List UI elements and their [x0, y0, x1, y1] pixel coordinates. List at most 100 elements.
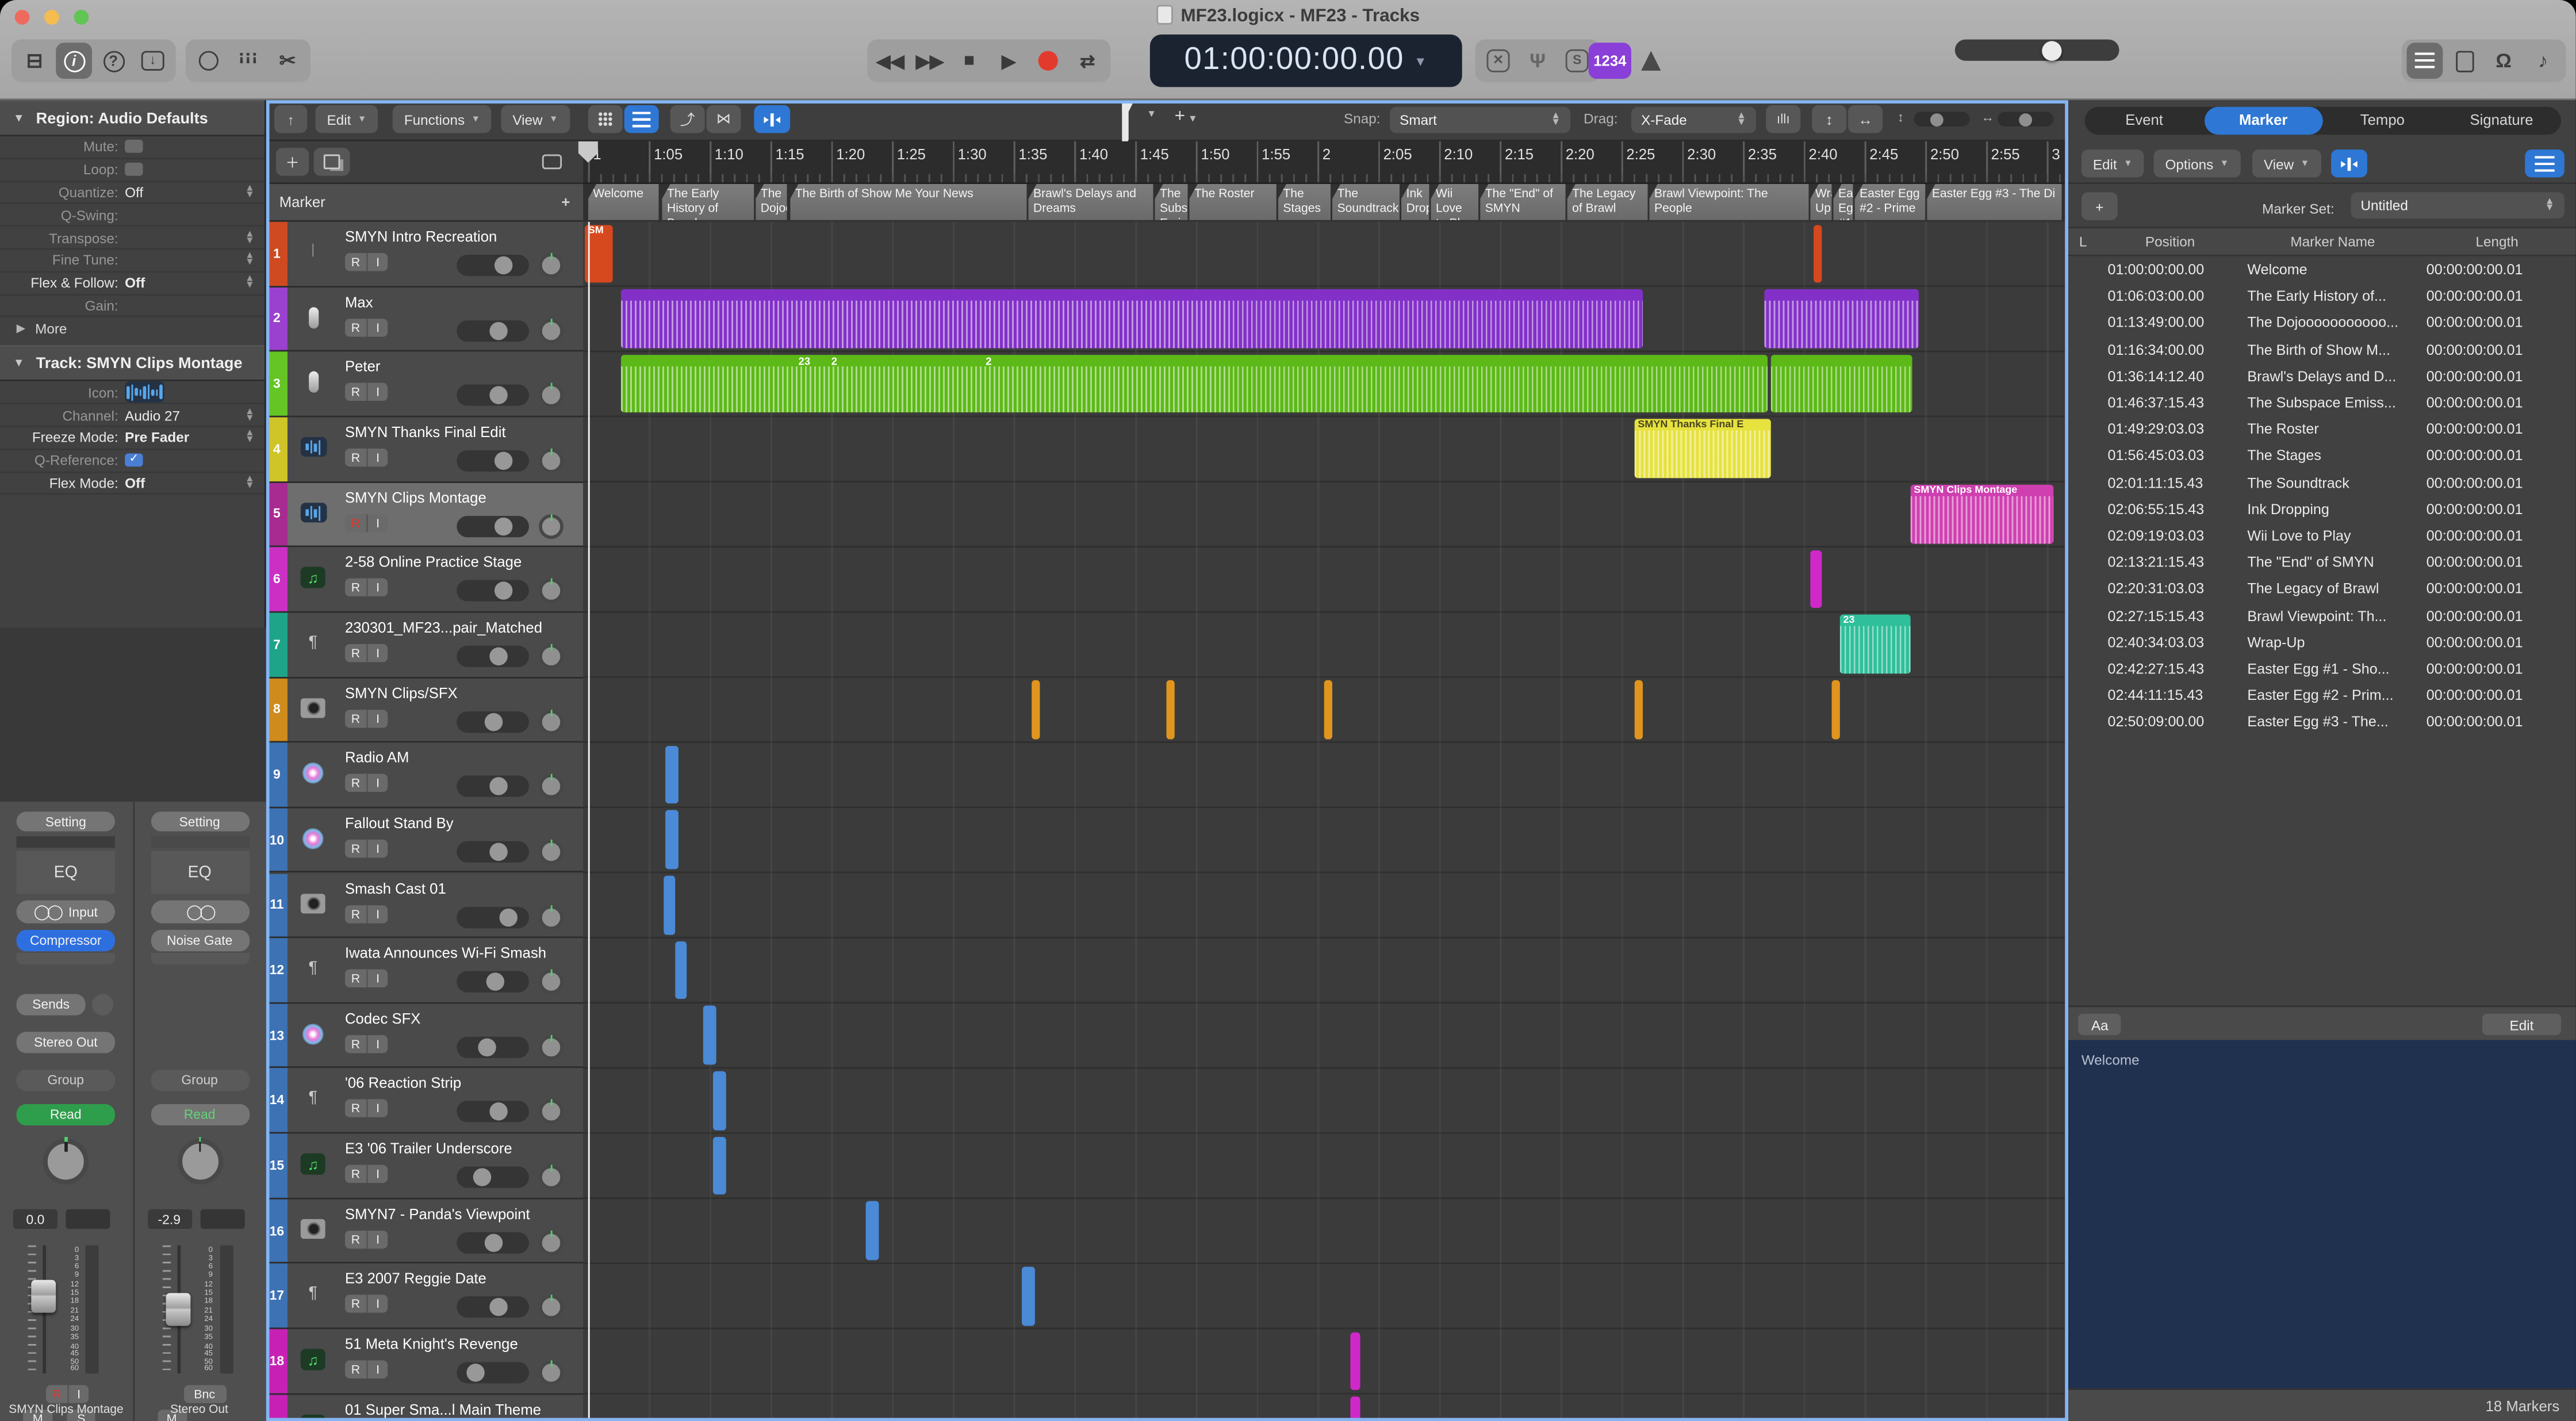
- timeline-marker-chip[interactable]: The Dojoooooooooo: [756, 184, 787, 220]
- volume-knob[interactable]: [2042, 40, 2061, 60]
- track-volume-fader[interactable]: [457, 1101, 529, 1123]
- audio-region[interactable]: [1832, 680, 1840, 739]
- fader-knob[interactable]: [474, 1169, 492, 1186]
- audio-region[interactable]: [713, 1071, 726, 1130]
- fader-knob[interactable]: [484, 713, 501, 730]
- track-r-button[interactable]: R: [345, 579, 366, 596]
- marker-list-row[interactable]: 01:06:03:00.00The Early History of...00:…: [2068, 283, 2576, 309]
- track-volume-fader[interactable]: [457, 1167, 529, 1188]
- track-r-button[interactable]: R: [345, 384, 366, 401]
- library-button[interactable]: ⊟: [17, 43, 53, 79]
- track-pan-knob[interactable]: [539, 839, 564, 864]
- strip-sends-button[interactable]: Sends: [17, 994, 86, 1015]
- audio-region[interactable]: [621, 289, 1643, 348]
- add-track-button[interactable]: ＋: [276, 148, 309, 176]
- marker-list-row[interactable]: 01:13:49:00.00The Dojooooooooooo...00:00…: [2068, 309, 2576, 336]
- marker-list-row[interactable]: 02:01:11:15.43The Soundtrack00:00:00:00.…: [2068, 469, 2576, 496]
- track-header-row[interactable]: 8SMYN Clips/SFXMSRI: [266, 678, 583, 743]
- track-i-button[interactable]: I: [366, 1100, 388, 1118]
- timeline-marker-chip[interactable]: Welcome: [588, 184, 659, 220]
- audio-region[interactable]: [665, 810, 678, 869]
- track-layout-button[interactable]: [624, 105, 659, 133]
- quick-help-button[interactable]: ?: [95, 43, 132, 79]
- vertical-zoom-slider[interactable]: [1914, 112, 1969, 127]
- track-i-button[interactable]: I: [366, 774, 388, 792]
- notes-font-button[interactable]: Aa: [2078, 1014, 2121, 1035]
- track-header-row[interactable]: 18♫51 Meta Knight's RevengeMSRI: [266, 1329, 583, 1394]
- strip-eq-slot[interactable]: EQ: [17, 851, 115, 894]
- fader-knob[interactable]: [466, 1363, 484, 1381]
- marker-list-row[interactable]: 02:40:34:03.03Wrap-Up00:00:00:00.01: [2068, 629, 2576, 656]
- fader-knob[interactable]: [489, 1299, 507, 1316]
- track-header-row[interactable]: 14¶'06 Reaction StripMSRI: [266, 1068, 583, 1133]
- fader-knob[interactable]: [489, 1103, 507, 1121]
- field-checkbox[interactable]: [125, 163, 143, 176]
- snap-dropdown[interactable]: Smart▲▼: [1390, 107, 1570, 133]
- track-header-row[interactable]: 5SMYN Clips MontageMSRI: [266, 482, 583, 547]
- track-header-row[interactable]: 2MaxMSRI: [266, 287, 583, 352]
- track-pan-knob[interactable]: [539, 1230, 564, 1255]
- strip-pan-knob[interactable]: [43, 1139, 89, 1185]
- track-pan-knob[interactable]: [539, 449, 564, 473]
- crossfade-button[interactable]: ⋈: [707, 105, 741, 133]
- track-header-row[interactable]: 3PeterMSRI: [266, 352, 583, 417]
- audio-region[interactable]: [1324, 680, 1332, 739]
- marker-list-row[interactable]: 02:50:09:00.00Easter Egg #3 - The...00:0…: [2068, 708, 2576, 735]
- fader-knob[interactable]: [489, 647, 507, 665]
- strip-button-r[interactable]: R: [46, 1385, 67, 1403]
- autopunch-button[interactable]: ✕: [1480, 43, 1516, 79]
- track-i-button[interactable]: I: [366, 253, 388, 271]
- audio-region[interactable]: SMYN Thanks Final E: [1635, 420, 1771, 478]
- strip-setting-button[interactable]: Setting: [150, 811, 248, 831]
- fader-knob[interactable]: [495, 451, 513, 469]
- fader-knob[interactable]: [489, 842, 507, 860]
- timeline-ruler[interactable]: 11:051:101:151:201:251:301:351:401:451:5…: [583, 141, 2067, 184]
- track-header-row[interactable]: 12¶Iwata Announces Wi-Fi SmashMSRI: [266, 939, 583, 1003]
- marker-note-text[interactable]: Welcome: [2068, 1040, 2576, 1388]
- mixer-button[interactable]: ꜟꜟꜟ: [230, 43, 266, 79]
- slider-thumb[interactable]: [2019, 113, 2032, 126]
- track-header-row[interactable]: 13Codec SFXMSRI: [266, 1003, 583, 1068]
- strip-input-button[interactable]: ◯◯Input: [17, 901, 115, 924]
- track-volume-fader[interactable]: [457, 841, 529, 862]
- pointer-tool-chevron[interactable]: ▼: [1147, 110, 1156, 120]
- horizontal-zoom-button[interactable]: ↔: [1848, 105, 1883, 133]
- track-i-button[interactable]: I: [366, 384, 388, 401]
- playhead[interactable]: [588, 222, 590, 1421]
- field-checkbox[interactable]: ✓: [125, 454, 143, 467]
- track-volume-fader[interactable]: [457, 1297, 529, 1318]
- track-r-button[interactable]: R: [345, 970, 366, 987]
- track-i-button[interactable]: I: [366, 318, 388, 336]
- track-i-button[interactable]: I: [366, 1165, 388, 1183]
- track-r-button[interactable]: R: [345, 905, 366, 922]
- tab-event[interactable]: Event: [2085, 107, 2204, 135]
- fader-knob[interactable]: [495, 517, 513, 535]
- audio-region[interactable]: [665, 745, 678, 804]
- track-header-row[interactable]: 1𝄀SMYN Intro RecreationMSRI: [266, 222, 583, 287]
- marker-edit-menu[interactable]: Edit▼: [2082, 150, 2144, 178]
- track-header-row[interactable]: 9Radio AMMSRI: [266, 743, 583, 808]
- master-volume-slider[interactable]: [1955, 40, 2119, 61]
- slider-thumb[interactable]: [1930, 113, 1943, 126]
- strip-input-button[interactable]: ◯◯: [150, 901, 248, 924]
- strip-button-bnc[interactable]: Bnc: [183, 1385, 226, 1403]
- add-marker-icon[interactable]: +: [561, 194, 570, 210]
- track-i-button[interactable]: I: [366, 905, 388, 922]
- timeline-marker-chip[interactable]: Easter Egg #1 - Sho: [1833, 184, 1853, 220]
- track-header-row[interactable]: 19♫01 Super Sma...l Main ThemeMSRI: [266, 1395, 583, 1421]
- fader-knob[interactable]: [489, 321, 507, 339]
- timeline-marker-chip[interactable]: The Legacy of Brawl: [1567, 184, 1648, 220]
- track-pan-knob[interactable]: [539, 644, 564, 669]
- stepper-icon[interactable]: ▲▼: [245, 186, 255, 199]
- track-pan-knob[interactable]: [539, 709, 564, 734]
- strip-automation-button[interactable]: Read: [17, 1104, 115, 1125]
- track-header-row[interactable]: 6♫2-58 Online Practice StageMSRI: [266, 547, 583, 612]
- drag-dropdown[interactable]: X-Fade▲▼: [1631, 107, 1756, 133]
- marker-list-row[interactable]: 02:42:27:15.43Easter Egg #1 - Sho...00:0…: [2068, 656, 2576, 682]
- region-inspector-header[interactable]: ▼ Region: Audio Defaults: [0, 100, 264, 136]
- marker-list-row[interactable]: 01:00:00:00.00Welcome00:00:00:00.01: [2068, 256, 2576, 283]
- track-r-button[interactable]: R: [345, 1295, 366, 1313]
- track-r-button[interactable]: R: [345, 449, 366, 466]
- track-i-button[interactable]: I: [366, 1295, 388, 1313]
- track-icon-waveform[interactable]: [125, 382, 164, 403]
